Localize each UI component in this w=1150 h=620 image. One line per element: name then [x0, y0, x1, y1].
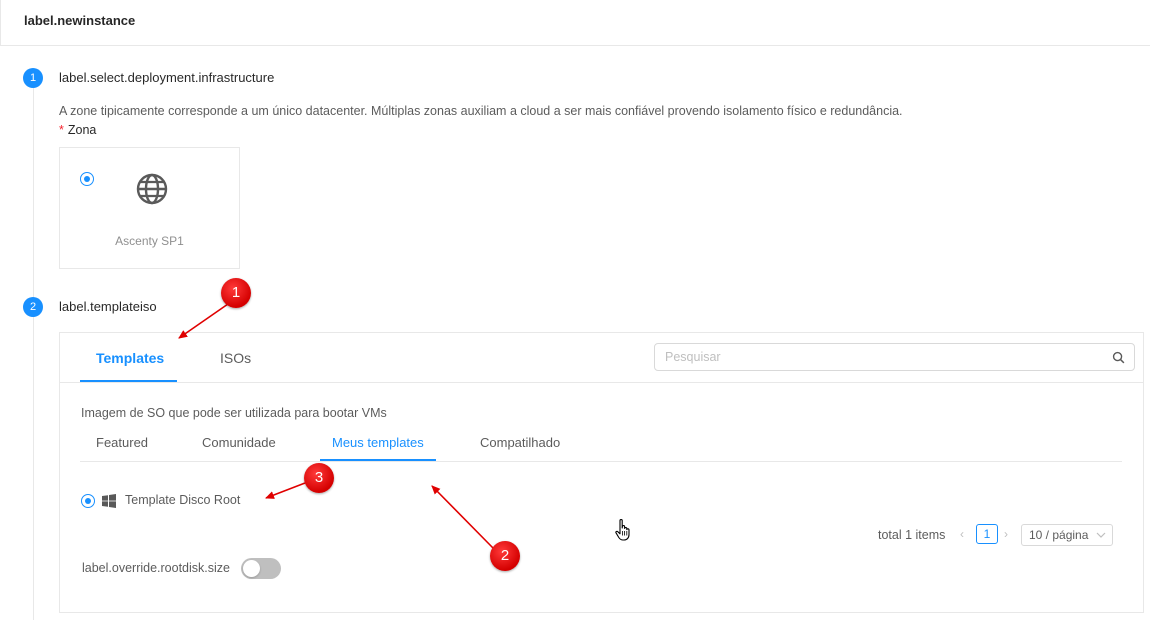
annotation-badge-1: 1: [221, 278, 251, 308]
template-radio[interactable]: [81, 494, 95, 508]
page-header: label.newinstance: [0, 0, 1150, 46]
next-page-icon[interactable]: ›: [1004, 527, 1008, 541]
active-tab-indicator: [80, 380, 177, 382]
page-number-1[interactable]: 1: [976, 524, 998, 544]
zone-name: Ascenty SP1: [115, 234, 184, 248]
tab-featured[interactable]: Featured: [96, 435, 148, 450]
step-1-number: 1: [23, 68, 43, 88]
search-icon[interactable]: [1112, 351, 1125, 364]
search-box: [654, 343, 1135, 371]
annotation-badge-3: 3: [304, 463, 334, 493]
override-rootdisk-label: label.override.rootdisk.size: [82, 561, 230, 575]
page-title: label.newinstance: [24, 13, 136, 28]
chevron-down-icon: [1096, 532, 1106, 538]
active-subtab-indicator: [320, 459, 436, 461]
toggle-knob: [243, 560, 260, 577]
tab-templates[interactable]: Templates: [96, 350, 164, 366]
zone-label-text: Zona: [67, 123, 97, 137]
step-1-title: label.select.deployment.infrastructure: [59, 70, 275, 85]
zone-radio[interactable]: [80, 172, 94, 186]
template-iso-tabs: Templates ISOs: [60, 333, 1143, 383]
tab-meus-templates[interactable]: Meus templates: [332, 435, 424, 450]
pagination-total: total 1 items: [878, 528, 946, 542]
page-size-value: 10 / página: [1029, 528, 1089, 542]
step-2-title: label.templateiso: [59, 299, 157, 314]
template-iso-panel: Templates ISOs Imagem de SO que pode ser…: [59, 332, 1144, 613]
tab-comunidade[interactable]: Comunidade: [202, 435, 276, 450]
prev-page-icon[interactable]: ‹: [960, 527, 964, 541]
zone-card-ascenty-sp1[interactable]: Ascenty SP1: [59, 147, 240, 269]
template-filter-tabs: Featured Comunidade Meus templates Compa…: [80, 425, 1122, 462]
hand-cursor-icon: [615, 518, 630, 541]
globe-icon: [136, 173, 168, 205]
zone-field-label: * Zona: [59, 123, 96, 137]
windows-icon: [102, 494, 116, 508]
zone-description: A zone tipicamente corresponde a um únic…: [59, 104, 903, 118]
search-input[interactable]: [655, 344, 1095, 370]
template-description: Imagem de SO que pode ser utilizada para…: [81, 406, 387, 420]
tab-isos[interactable]: ISOs: [220, 350, 251, 366]
annotation-badge-2: 2: [490, 541, 520, 571]
override-rootdisk-toggle[interactable]: [241, 558, 281, 579]
tab-compatilhado[interactable]: Compatilhado: [480, 435, 560, 450]
template-name: Template Disco Root: [125, 493, 241, 507]
required-mark: *: [59, 123, 64, 137]
page-size-select[interactable]: 10 / página: [1021, 524, 1113, 546]
step-2-number: 2: [23, 297, 43, 317]
steps-connector-line: [33, 88, 34, 620]
